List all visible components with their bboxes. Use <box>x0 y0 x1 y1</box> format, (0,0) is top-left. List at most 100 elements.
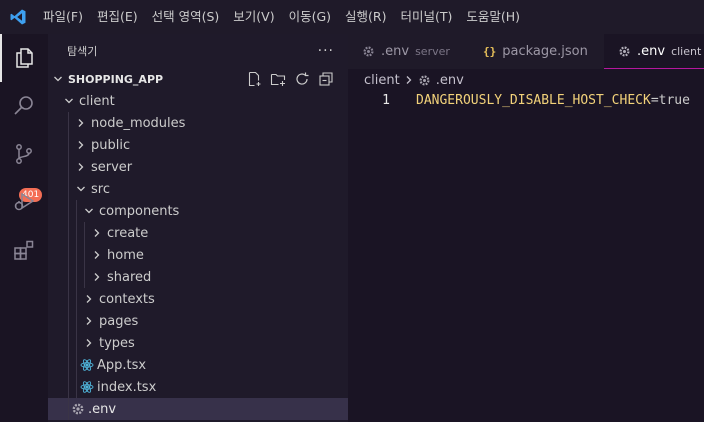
tree-item-create[interactable]: create <box>48 222 348 244</box>
indent-guide <box>68 200 69 222</box>
menu-bar: 파일(F) 편집(E) 선택 영역(S) 보기(V) 이동(G) 실행(R) 터… <box>36 0 527 34</box>
tree-item-label: types <box>99 335 135 351</box>
vscode-logo-icon <box>0 0 36 34</box>
explorer-sidebar: 탐색기 ··· SHOPPING_APP client node_modules… <box>48 34 348 422</box>
indent-guide <box>76 310 77 332</box>
tree-item-label: home <box>107 247 144 263</box>
activity-bar: 401 <box>0 34 48 422</box>
indent-guide <box>76 288 77 310</box>
tree-item-public[interactable]: public <box>48 134 348 156</box>
tree-item-index-tsx[interactable]: index.tsx <box>48 376 348 398</box>
tree-item-contexts[interactable]: contexts <box>48 288 348 310</box>
more-actions-icon[interactable]: ··· <box>318 43 334 59</box>
tree-item-env[interactable]: .env <box>48 398 348 420</box>
indent-guide <box>68 222 69 244</box>
gear-icon <box>618 45 631 58</box>
menu-help[interactable]: 도움말(H) <box>459 0 527 34</box>
indent-guide <box>76 266 77 288</box>
explorer-button[interactable] <box>0 34 48 82</box>
react-icon <box>79 357 95 373</box>
menu-view[interactable]: 보기(V) <box>226 0 281 34</box>
menu-selection[interactable]: 선택 영역(S) <box>145 0 227 34</box>
tree-item-shared[interactable]: shared <box>48 266 348 288</box>
tree-item-label: node_modules <box>91 115 186 131</box>
react-icon <box>79 379 95 395</box>
chevron-right-icon <box>73 159 89 175</box>
tree-item-src[interactable]: src <box>48 178 348 200</box>
menu-terminal[interactable]: 터미널(T) <box>394 0 460 34</box>
tree-item-components[interactable]: components <box>48 200 348 222</box>
indent-guide <box>68 332 69 354</box>
chevron-down-icon <box>73 181 89 197</box>
menu-go[interactable]: 이동(G) <box>282 0 338 34</box>
tree-item-node-modules[interactable]: node_modules <box>48 112 348 134</box>
indent-guide <box>76 200 77 222</box>
indent-guide <box>68 156 69 178</box>
menu-edit[interactable]: 편집(E) <box>90 0 145 34</box>
tree-item-client[interactable]: client <box>48 90 348 112</box>
menu-file[interactable]: 파일(F) <box>36 0 90 34</box>
search-icon <box>12 94 36 118</box>
tree-item-app-tsx[interactable]: App.tsx <box>48 354 348 376</box>
sidebar-title: 탐색기 <box>67 45 98 58</box>
tree-item-label: components <box>99 203 180 219</box>
breadcrumb-file[interactable]: .env <box>436 73 464 88</box>
tree-item-label: client <box>79 93 115 109</box>
tree-item-label: src <box>91 181 110 197</box>
extensions-button[interactable] <box>0 226 48 274</box>
tab-label: package.json <box>502 44 588 59</box>
tab-env-client[interactable]: .env client <box>604 34 704 69</box>
title-bar: 파일(F) 편집(E) 선택 영역(S) 보기(V) 이동(G) 실행(R) 터… <box>0 0 704 34</box>
tree-item-label: .env <box>88 401 117 417</box>
indent-guide <box>68 310 69 332</box>
chevron-right-icon <box>89 225 105 241</box>
indent-guide <box>84 266 85 288</box>
indent-guide <box>76 376 77 398</box>
sidebar-header: 탐색기 ··· <box>48 34 348 68</box>
gear-icon <box>70 401 86 417</box>
workspace-section-header[interactable]: SHOPPING_APP <box>48 68 348 90</box>
indent-guide <box>68 288 69 310</box>
chevron-right-icon <box>81 335 97 351</box>
code-line[interactable]: 1 DANGEROUSLY_DISABLE_HOST_CHECK=true <box>348 91 704 110</box>
tab-package-json[interactable]: {} package.json <box>461 34 604 69</box>
tree-item-label: index.tsx <box>97 379 157 395</box>
collapse-all-icon[interactable] <box>318 71 334 87</box>
source-control-button[interactable] <box>0 130 48 178</box>
env-value: true <box>658 93 690 108</box>
refresh-icon[interactable] <box>294 71 310 87</box>
tab-env-server[interactable]: .env server <box>348 34 461 69</box>
indent-guide <box>68 134 69 156</box>
tree-item-label: server <box>91 159 133 175</box>
tab-description: server <box>415 45 450 58</box>
new-folder-icon[interactable] <box>270 71 286 87</box>
indent-guide <box>68 398 69 420</box>
indent-guide <box>68 112 69 134</box>
tree-item-home[interactable]: home <box>48 244 348 266</box>
run-debug-button[interactable] <box>0 178 48 226</box>
tree-item-label: shared <box>107 269 152 285</box>
tree-item-server[interactable]: server <box>48 156 348 178</box>
gear-icon <box>362 45 375 58</box>
menu-run[interactable]: 실행(R) <box>338 0 393 34</box>
tree-item-label: contexts <box>99 291 155 307</box>
chevron-down-icon <box>61 93 77 109</box>
tab-label: .env <box>381 44 410 59</box>
breadcrumb: client .env <box>364 69 464 91</box>
workspace-title: SHOPPING_APP <box>68 72 164 86</box>
files-icon <box>12 46 36 70</box>
indent-guide <box>68 354 69 376</box>
tree-item-pages[interactable]: pages <box>48 310 348 332</box>
new-file-icon[interactable] <box>246 71 262 87</box>
chevron-right-icon <box>73 137 89 153</box>
breadcrumb-folder[interactable]: client <box>364 73 400 88</box>
env-equals: = <box>650 93 659 108</box>
tab-label: .env <box>637 43 666 59</box>
code-text: DANGEROUSLY_DISABLE_HOST_CHECK=true <box>416 93 690 108</box>
chevron-right-icon <box>81 313 97 329</box>
search-button[interactable] <box>0 82 48 130</box>
tree-item-types[interactable]: types <box>48 332 348 354</box>
source-control-icon <box>12 142 36 166</box>
tree-item-label: create <box>107 225 149 241</box>
editor-area: .env server {} package.json .env client … <box>348 34 704 422</box>
